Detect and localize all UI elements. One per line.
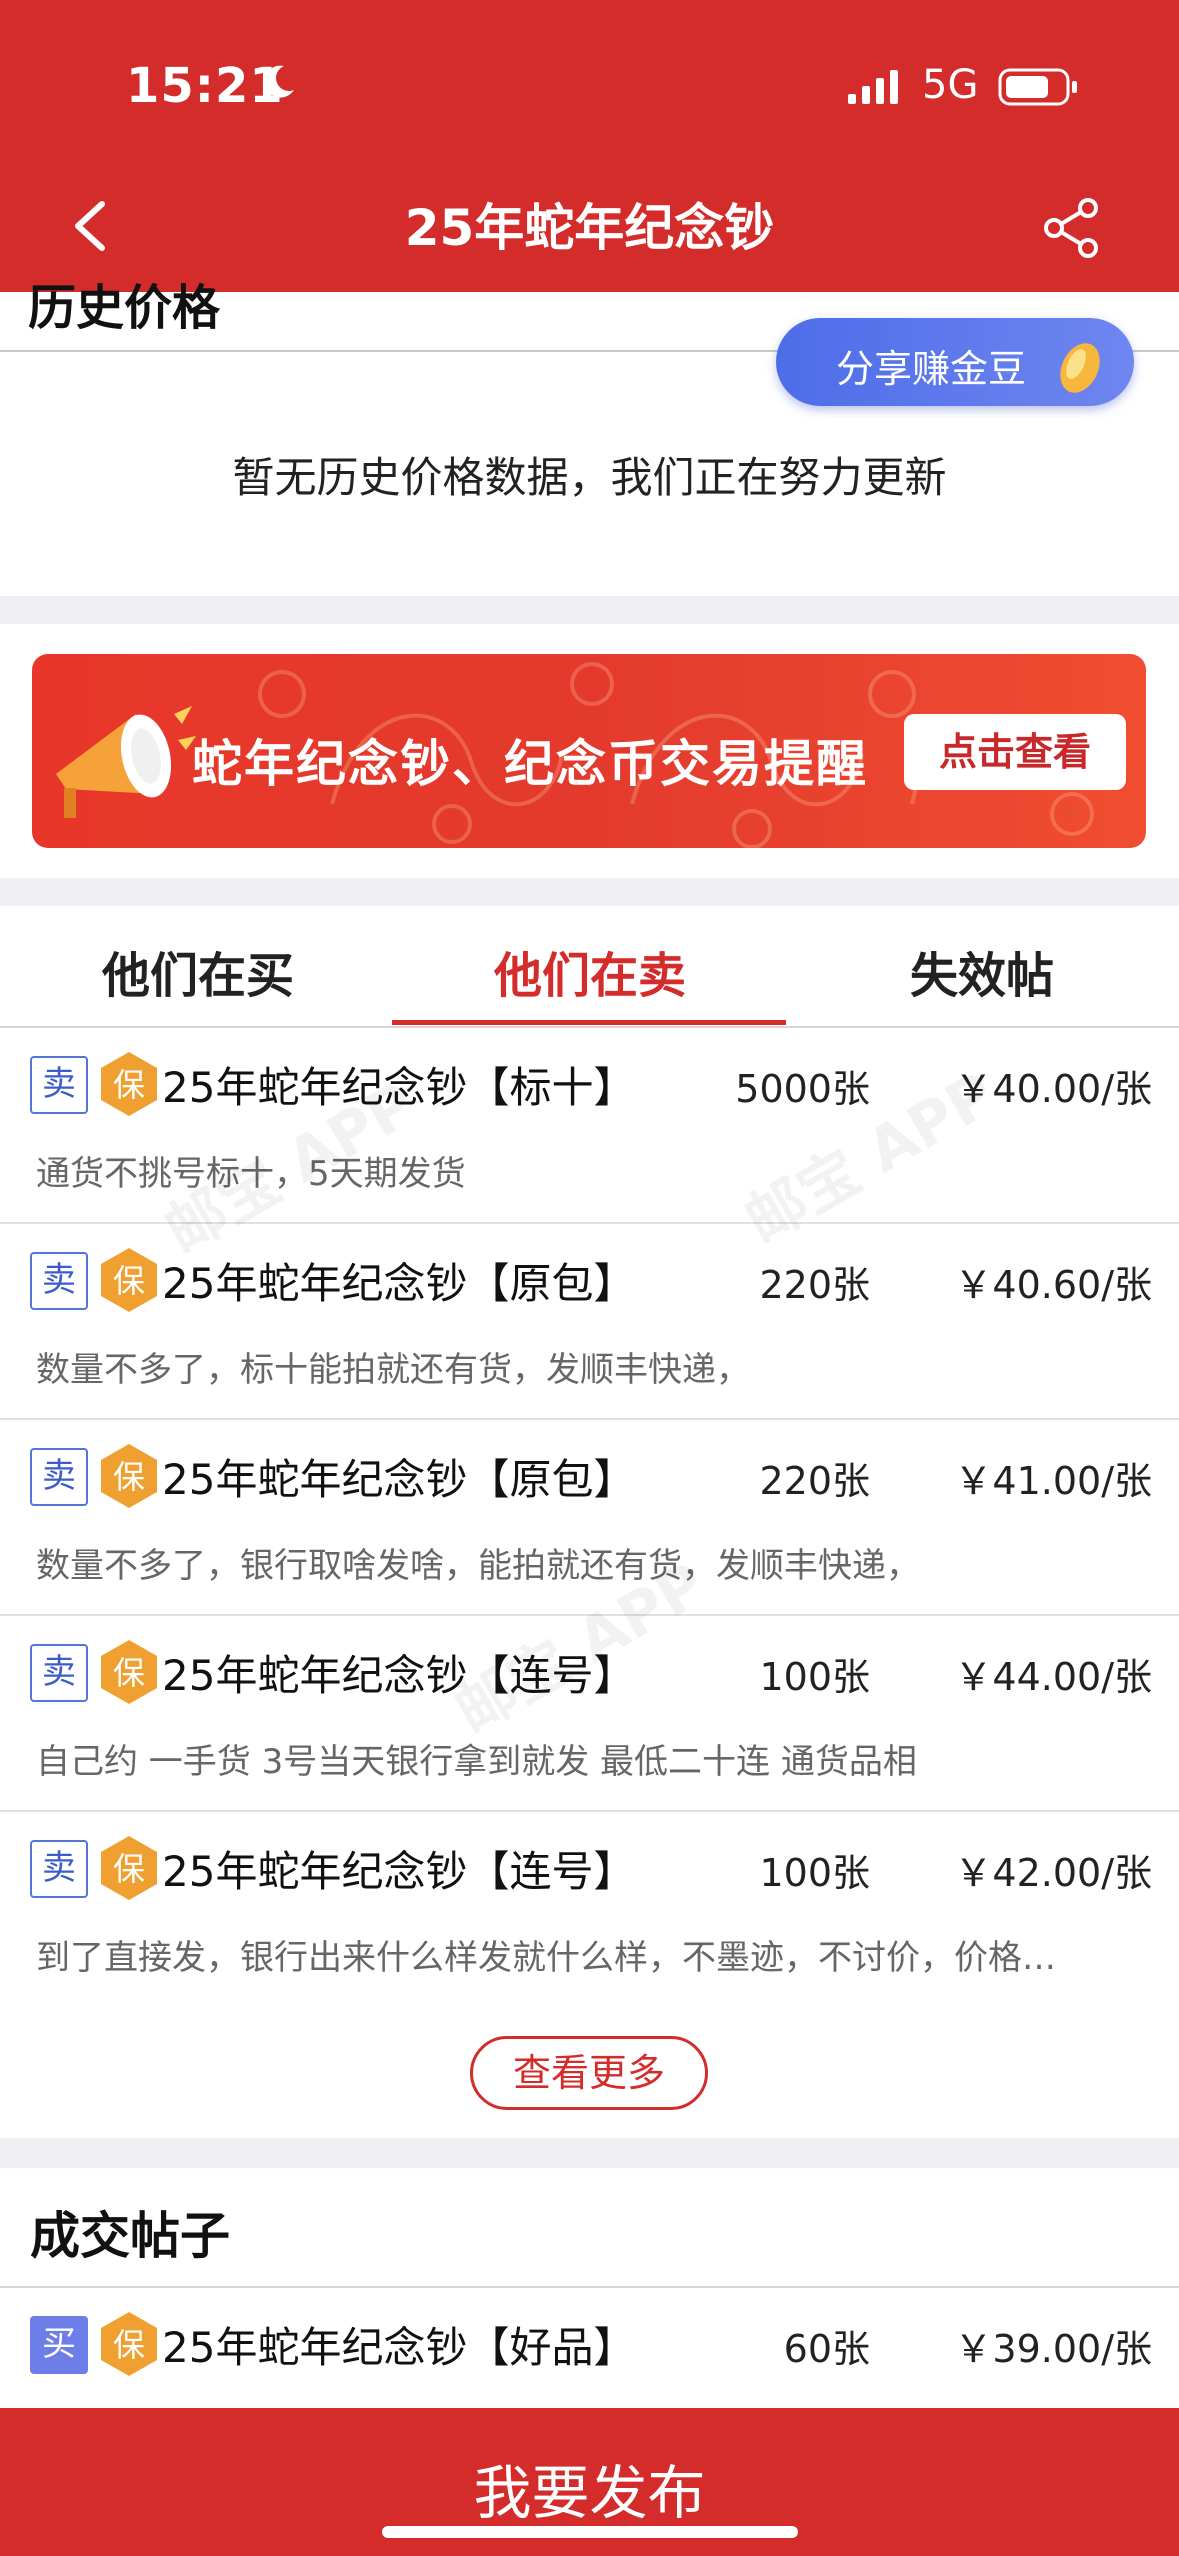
banner-text: 蛇年纪念钞、纪念币交易提醒 <box>192 734 868 793</box>
tab-selling[interactable]: 他们在卖 <box>494 936 686 1006</box>
listing-description: 数量不多了，标十能拍就还有货，发顺丰快递， <box>36 1350 750 1390</box>
deal-quantity: 60张 <box>783 2327 870 2371</box>
deal-title: 25年蛇年纪念钞【好品】 <box>162 2323 636 2372</box>
listing-quantity: 220张 <box>759 1459 870 1503</box>
listing-title: 25年蛇年纪念钞【原包】 <box>162 1259 636 1308</box>
buy-badge: 买 <box>30 2316 88 2374</box>
listing-tabs: 他们在买 他们在卖 失效帖 <box>0 906 1179 1028</box>
listing-price: ￥40.60/张 <box>954 1263 1152 1307</box>
listing-description: 到了直接发，银行出来什么样发就什么样，不墨迹，不讨价，价格… <box>36 1938 1056 1978</box>
listing-description: 数量不多了，银行取啥发啥，能拍就还有货，发顺丰快递， <box>36 1546 920 1586</box>
share-icon[interactable] <box>1040 196 1104 260</box>
view-alert-button[interactable]: 点击查看 <box>904 714 1126 790</box>
guarantee-badge-icon: 保 <box>101 1248 157 1312</box>
listing-quantity: 5000张 <box>735 1067 870 1111</box>
listing-row[interactable]: 卖 保 25年蛇年纪念钞【连号】 100张 ￥42.00/张 到了直接发，银行出… <box>0 1812 1179 2008</box>
listing-title: 25年蛇年纪念钞【原包】 <box>162 1455 636 1504</box>
share-earn-label: 分享赚金豆 <box>836 347 1027 391</box>
history-section-title: 历史价格 <box>28 280 221 336</box>
app-header: 15:21 5G 25年蛇年纪念钞 <box>0 0 1179 292</box>
guarantee-badge-icon: 保 <box>101 1052 157 1116</box>
svg-text:保: 保 <box>113 2326 145 2364</box>
guarantee-badge-icon: 保 <box>101 1836 157 1900</box>
sell-badge: 卖 <box>30 1252 88 1310</box>
svg-text:保: 保 <box>113 1066 145 1104</box>
svg-text:保: 保 <box>113 1262 145 1300</box>
deal-price: ￥39.00/张 <box>954 2327 1152 2371</box>
sell-badge: 卖 <box>30 1840 88 1898</box>
guarantee-badge-icon: 保 <box>101 2312 157 2376</box>
page-title: 25年蛇年纪念钞 <box>404 199 775 257</box>
section-gap <box>0 596 1179 624</box>
tab-buying[interactable]: 他们在买 <box>102 936 294 1006</box>
listing-price: ￥42.00/张 <box>954 1851 1152 1895</box>
listing-price: ￥44.00/张 <box>954 1655 1152 1699</box>
sell-badge: 卖 <box>30 1644 88 1702</box>
tab-expired[interactable]: 失效帖 <box>910 936 1054 1006</box>
gold-bean-icon <box>1060 343 1100 393</box>
listing-price: ￥41.00/张 <box>954 1459 1152 1503</box>
publish-button[interactable]: 我要发布 <box>0 2446 1179 2530</box>
svg-text:保: 保 <box>113 1850 145 1888</box>
status-bar: 15:21 5G <box>0 0 1179 180</box>
share-earn-button[interactable]: 分享赚金豆 <box>776 318 1134 406</box>
listing-quantity: 220张 <box>759 1263 870 1307</box>
network-type: 5G <box>922 62 979 108</box>
history-empty-message: 暂无历史价格数据，我们正在努力更新 <box>232 453 947 502</box>
svg-text:保: 保 <box>113 1654 145 1692</box>
active-tab-indicator <box>392 1020 786 1025</box>
home-indicator[interactable] <box>382 2526 798 2538</box>
deals-section-title: 成交帖子 <box>30 2207 230 2265</box>
sell-badge: 卖 <box>30 1056 88 1114</box>
listing-description: 自己约 一手货 3号当天银行拿到就发 最低二十连 通货品相 <box>36 1742 917 1782</box>
publish-bar[interactable]: 我要发布 <box>0 2408 1179 2556</box>
listing-row[interactable]: 卖 保 25年蛇年纪念钞【原包】 220张 ￥40.60/张 数量不多了，标十能… <box>0 1224 1179 1420</box>
section-gap <box>0 878 1179 906</box>
guarantee-badge-icon: 保 <box>101 1640 157 1704</box>
signal-icon <box>848 70 898 104</box>
sell-badge: 卖 <box>30 1448 88 1506</box>
megaphone-icon <box>56 706 196 818</box>
section-gap <box>0 2138 1179 2168</box>
listing-title: 25年蛇年纪念钞【连号】 <box>162 1847 636 1896</box>
listing-quantity: 100张 <box>759 1655 870 1699</box>
view-more-button[interactable]: 查看更多 <box>470 2036 708 2110</box>
listing-quantity: 100张 <box>759 1851 870 1895</box>
trade-alert-banner[interactable]: 蛇年纪念钞、纪念币交易提醒 点击查看 <box>32 654 1146 848</box>
more-area: 查看更多 <box>0 2004 1179 2138</box>
guarantee-badge-icon: 保 <box>101 1444 157 1508</box>
battery-icon <box>998 68 1077 106</box>
moon-icon <box>264 65 294 98</box>
svg-text:保: 保 <box>113 1458 145 1496</box>
